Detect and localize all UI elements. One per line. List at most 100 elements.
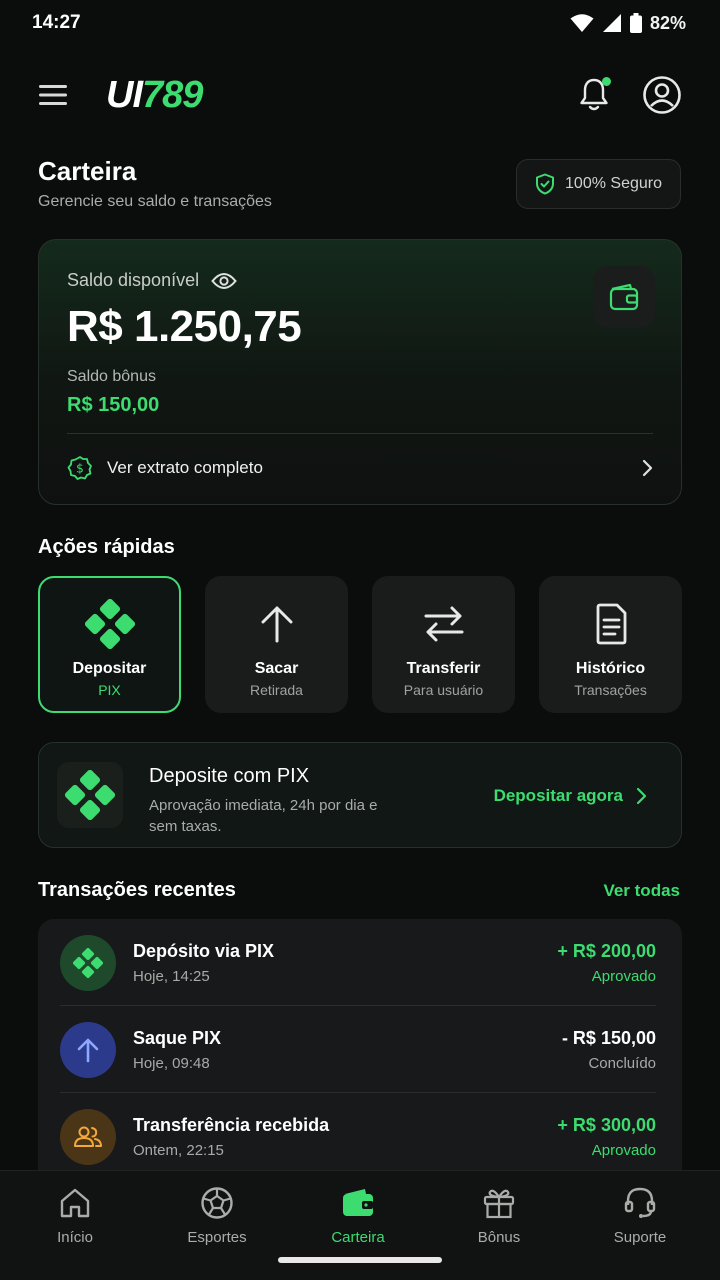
signal-icon <box>602 14 621 32</box>
nav-label: Início <box>57 1229 93 1246</box>
deposit-now-button[interactable]: Depositar agora <box>494 786 647 806</box>
pix-banner-description: Aprovação imediata, 24h por dia e sem ta… <box>149 797 378 835</box>
logo-text-white: UI <box>106 73 143 116</box>
transaction-name: Transferência recebida <box>133 1114 330 1135</box>
battery-icon <box>629 13 642 33</box>
history-action-button[interactable]: Histórico Transações <box>539 576 682 713</box>
statement-link-label: Ver extrato completo <box>107 458 263 477</box>
wallet-badge <box>593 266 655 328</box>
transaction-name: Saque PIX <box>133 1027 222 1048</box>
status-time: 14:27 <box>32 12 81 33</box>
app-header: UI789 <box>0 60 720 130</box>
card-divider <box>67 433 653 434</box>
home-icon <box>60 1188 90 1218</box>
transaction-date: Hoje, 14:25 <box>133 967 210 985</box>
transaction-avatar <box>60 1021 116 1078</box>
shield-check-icon <box>536 173 555 195</box>
quick-actions-title: Ações rápidas <box>38 536 175 558</box>
balance-label: Saldo disponível <box>67 270 200 290</box>
nav-item-sports[interactable]: Esportes <box>162 1185 272 1246</box>
withdraw-action-label: Sacar <box>254 660 299 677</box>
deposit-action-label: Depositar <box>72 660 147 677</box>
recent-transactions-title: Transações recentes <box>38 879 236 901</box>
transaction-amount: - R$ 150,00 <box>561 1027 656 1048</box>
nav-label: Bônus <box>477 1229 521 1246</box>
transaction-date: Ontem, 22:15 <box>133 1141 224 1159</box>
notifications-button[interactable] <box>574 75 614 115</box>
arrow-up-icon <box>77 1038 99 1062</box>
transaction-avatar <box>60 934 116 991</box>
pix-banner-icon-box <box>57 762 123 828</box>
transaction-amount: + R$ 200,00 <box>557 940 656 961</box>
deposit-now-label: Depositar agora <box>493 786 623 805</box>
withdraw-action-sub: Retirada <box>250 682 303 698</box>
home-indicator[interactable] <box>278 1257 442 1263</box>
quick-actions: Depositar PIX Sacar Retirada Transferir … <box>38 576 682 713</box>
wifi-icon <box>570 14 594 32</box>
page-subtitle: Gerencie seu saldo e transações <box>38 193 272 210</box>
nav-item-bonus[interactable]: Bônus <box>444 1185 554 1246</box>
nav-label: Carteira <box>331 1229 385 1246</box>
statement-link[interactable]: $ Ver extrato completo <box>67 450 653 486</box>
menu-icon[interactable] <box>38 83 68 107</box>
app-logo[interactable]: UI789 <box>106 73 203 117</box>
status-bar: 14:27 82% <box>0 0 720 46</box>
chevron-right-icon <box>636 787 647 805</box>
battery-percent: 82% <box>649 12 686 33</box>
bottom-nav: Início Esportes Carteira Bônus Suporte <box>0 1170 720 1280</box>
dollar-badge-icon: $ <box>67 456 92 480</box>
wallet-icon <box>609 283 639 311</box>
transfer-action-label: Transferir <box>406 660 481 677</box>
bonus-label: Saldo bônus <box>67 368 156 385</box>
nav-item-support[interactable]: Suporte <box>585 1185 695 1246</box>
document-icon <box>596 603 626 645</box>
logo-text-green: 789 <box>142 73 203 116</box>
transaction-row[interactable]: Depósito via PIX Hoje, 14:25 + R$ 200,00… <box>60 919 656 1006</box>
pix-icon <box>65 770 115 820</box>
pix-icon <box>84 599 135 649</box>
history-action-sub: Transações <box>574 682 647 698</box>
transaction-status: Aprovado <box>591 1141 656 1159</box>
transaction-avatar <box>60 1108 116 1165</box>
page-title-block: Carteira Gerencie seu saldo e transações <box>38 156 272 211</box>
profile-icon[interactable] <box>642 75 682 115</box>
nav-label: Suporte <box>613 1229 667 1246</box>
transaction-name: Depósito via PIX <box>133 940 275 961</box>
headset-icon <box>624 1187 656 1218</box>
transaction-amount: + R$ 300,00 <box>557 1114 656 1135</box>
deposit-action-sub: PIX <box>98 682 121 698</box>
eye-icon[interactable] <box>211 272 237 290</box>
transaction-date: Hoje, 09:48 <box>133 1054 210 1072</box>
see-all-link[interactable]: Ver todas <box>603 881 680 901</box>
bonus-amount: R$ 150,00 <box>67 394 160 416</box>
nav-item-home[interactable]: Início <box>20 1185 130 1246</box>
page-title: Carteira <box>38 156 137 186</box>
nav-item-wallet[interactable]: Carteira <box>303 1185 413 1246</box>
gift-icon <box>483 1189 515 1219</box>
transaction-row[interactable]: Transferência recebida Ontem, 22:15 + R$… <box>60 1093 656 1179</box>
notification-dot <box>602 77 611 86</box>
users-icon <box>74 1126 102 1147</box>
withdraw-action-button[interactable]: Sacar Retirada <box>205 576 348 713</box>
transfer-arrows-icon <box>424 606 463 642</box>
pix-banner-title: Deposite com PIX <box>149 765 310 787</box>
history-action-label: Histórico <box>575 660 646 677</box>
balance-card: Saldo disponível R$ 1.250,75 Saldo bônus… <box>38 239 682 505</box>
deposit-action-button[interactable]: Depositar PIX <box>38 576 181 713</box>
arrow-up-icon <box>261 606 292 643</box>
transactions-list: Depósito via PIX Hoje, 14:25 + R$ 200,00… <box>38 919 682 1179</box>
secure-badge: 100% Seguro <box>516 159 681 209</box>
pix-icon <box>73 947 103 978</box>
transaction-status: Aprovado <box>591 967 656 985</box>
transfer-action-sub: Para usuário <box>403 682 484 698</box>
svg-text:$: $ <box>76 462 84 476</box>
secure-badge-label: 100% Seguro <box>565 175 662 192</box>
transaction-row[interactable]: Saque PIX Hoje, 09:48 - R$ 150,00 Conclu… <box>60 1006 656 1093</box>
transfer-action-button[interactable]: Transferir Para usuário <box>372 576 515 713</box>
wallet-icon <box>343 1189 373 1216</box>
soccer-ball-icon <box>201 1187 233 1219</box>
pix-promo-banner[interactable]: Deposite com PIX Aprovação imediata, 24h… <box>38 742 682 848</box>
chevron-right-icon <box>642 459 653 477</box>
transaction-status: Concluído <box>588 1054 656 1072</box>
balance-label-row: Saldo disponível <box>67 270 237 291</box>
